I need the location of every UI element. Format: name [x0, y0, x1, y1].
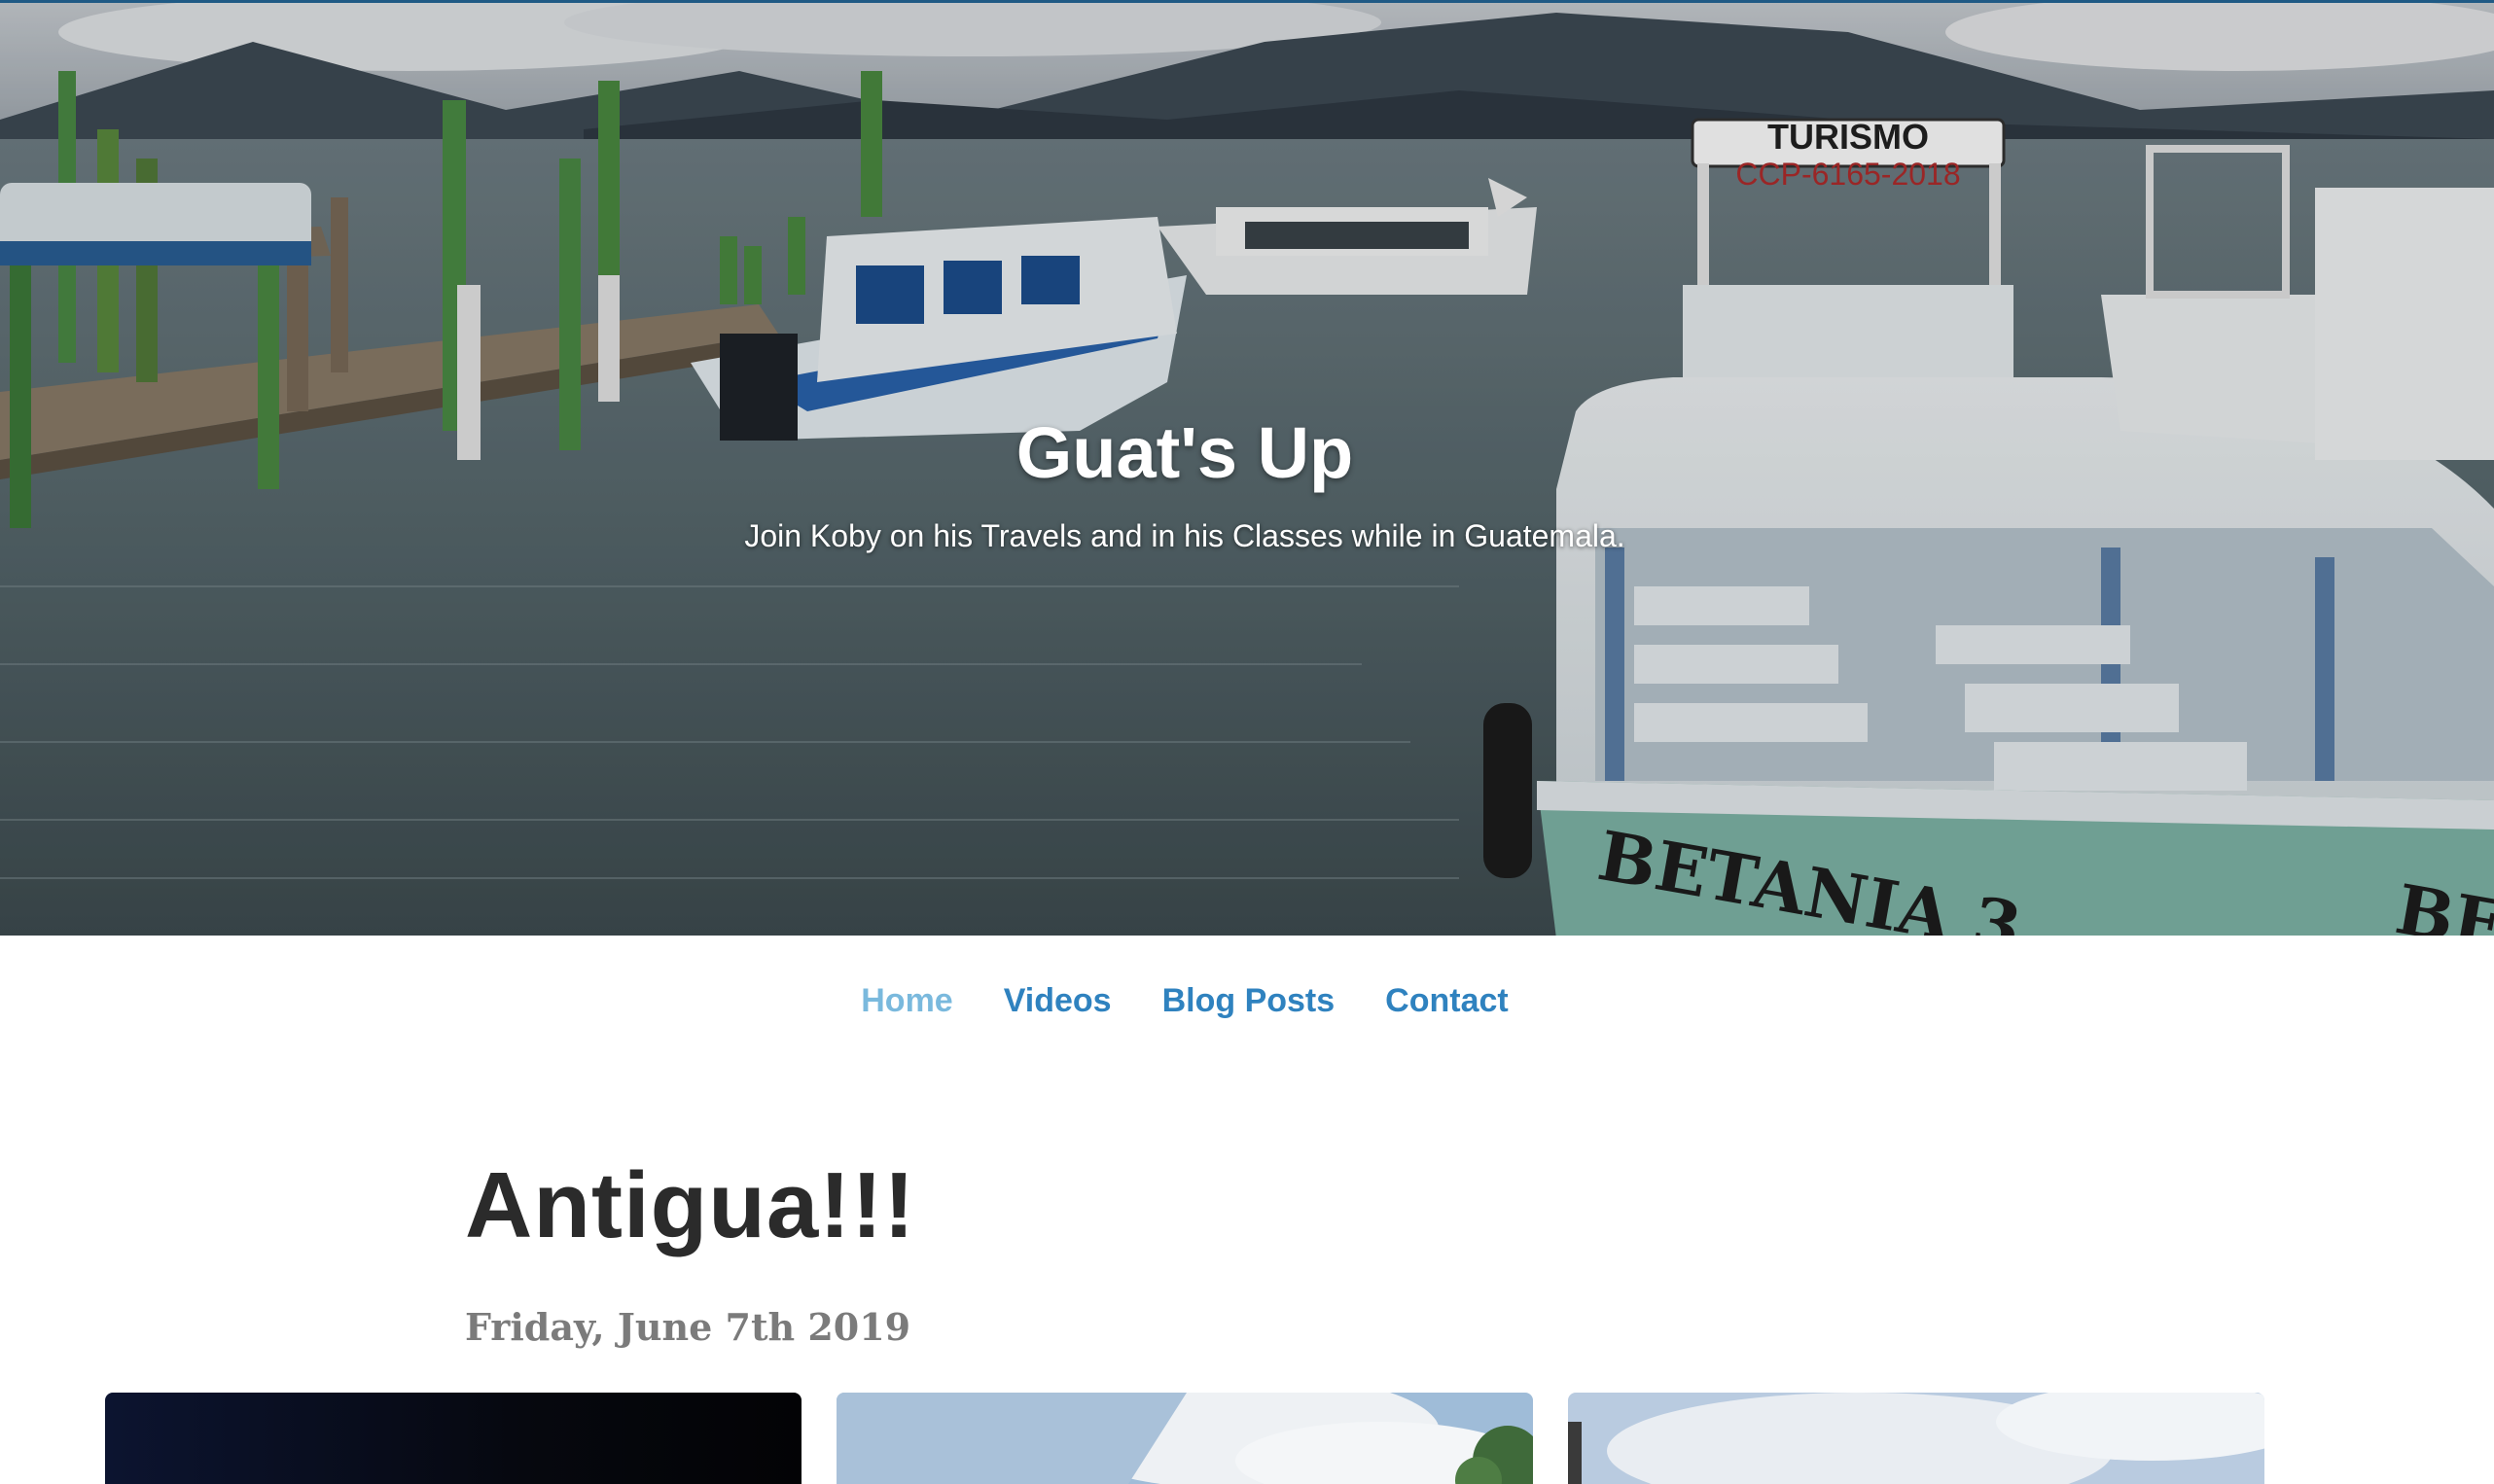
gallery-photo-2[interactable] — [837, 1393, 1533, 1484]
gallery-photo-1[interactable] — [105, 1393, 802, 1484]
nav-blog-posts-link[interactable]: Blog Posts — [1162, 982, 1336, 1020]
hero-banner: TURISMO CCP-6165-2018 BETANIA 3 BET Guat… — [0, 0, 2494, 936]
nav-videos-link[interactable]: Videos — [1004, 982, 1112, 1020]
site-subtitle: Join Koby on his Travels and in his Clas… — [744, 518, 1625, 553]
gallery-photo-3[interactable] — [1568, 1393, 2264, 1484]
nav-home-link[interactable]: Home — [861, 982, 952, 1020]
post-title: Antigua!!! — [465, 1153, 916, 1257]
nav-contact-link[interactable]: Contact — [1385, 982, 1509, 1020]
post-gallery — [0, 1393, 2494, 1484]
main-nav: Home Videos Blog Posts Contact — [0, 982, 2369, 1020]
site-title: Guat's Up — [1015, 412, 1354, 493]
post-date: Friday, June 7th 2019 — [465, 1305, 911, 1349]
